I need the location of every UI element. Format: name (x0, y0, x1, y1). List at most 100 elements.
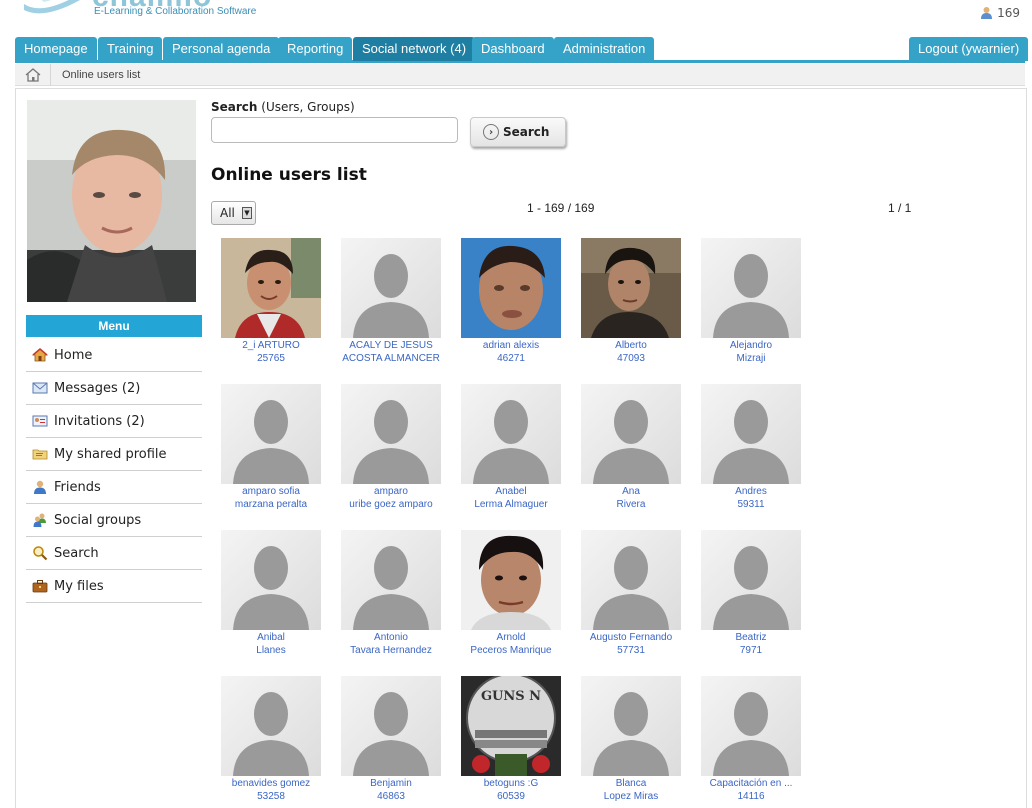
user-name-line2[interactable]: 59311 (701, 498, 801, 511)
user-name-line2[interactable]: uribe goez amparo (341, 498, 441, 511)
user-name-line1[interactable]: Alberto (581, 339, 681, 352)
tab-reporting[interactable]: Reporting (278, 37, 353, 61)
search-button[interactable]: › Search (470, 117, 566, 147)
user-photo-link[interactable] (461, 238, 561, 338)
user-photo-link[interactable] (221, 676, 321, 776)
user-name-line2[interactable]: 57731 (581, 644, 681, 657)
user-name-line1[interactable]: Capacitación en ... (701, 777, 801, 790)
user-photo-link[interactable] (221, 384, 321, 484)
tab-training[interactable]: Training (98, 37, 163, 61)
user-card[interactable]: Antonio Tavara Hernandez (341, 530, 461, 657)
user-card[interactable]: Alejandro Mizraji (701, 238, 821, 365)
user-name-line2[interactable]: Mizraji (701, 352, 801, 365)
user-name-line2[interactable]: Peceros Manrique (461, 644, 561, 657)
user-name-line2[interactable]: 47093 (581, 352, 681, 365)
user-name-line2[interactable]: 14116 (701, 790, 801, 803)
user-name-line1[interactable]: Anabel (461, 485, 561, 498)
breadcrumb-home[interactable] (15, 63, 51, 86)
filter-select[interactable]: All ▼ (211, 201, 256, 225)
my-avatar[interactable] (27, 100, 196, 302)
user-photo-link[interactable] (341, 530, 441, 630)
user-photo-link[interactable] (341, 238, 441, 338)
user-card[interactable]: Anibal Llanes (221, 530, 341, 657)
user-photo-link[interactable] (461, 384, 561, 484)
user-photo-link[interactable] (461, 530, 561, 630)
user-photo-link[interactable] (581, 384, 681, 484)
user-name-line2[interactable]: 46863 (341, 790, 441, 803)
tab-homepage[interactable]: Homepage (15, 37, 97, 61)
user-name-line2[interactable]: 46271 (461, 352, 561, 365)
user-name-line1[interactable]: betoguns :G (461, 777, 561, 790)
user-card[interactable]: Arnold Peceros Manrique (461, 530, 581, 657)
user-photo-link[interactable] (701, 530, 801, 630)
menu-item-social-groups[interactable]: Social groups (26, 504, 202, 537)
user-photo-link[interactable] (581, 676, 681, 776)
user-photo-link[interactable] (581, 530, 681, 630)
tab-dashboard[interactable]: Dashboard (472, 37, 554, 61)
user-photo-link[interactable]: GUNS N (461, 676, 561, 776)
user-photo-link[interactable] (701, 238, 801, 338)
user-card[interactable]: 2_i ARTURO 25765 (221, 238, 341, 365)
user-photo-link[interactable] (701, 384, 801, 484)
user-name-line2[interactable]: 60539 (461, 790, 561, 803)
tab-social-network[interactable]: Social network (4) (353, 37, 476, 61)
user-name-line2[interactable]: marzana peralta (221, 498, 321, 511)
user-name-line1[interactable]: 2_i ARTURO (221, 339, 321, 352)
user-card[interactable]: Benjamin 46863 (341, 676, 461, 803)
chamilo-logo[interactable]: chamilo E-Learning & Collaboration Softw… (22, 0, 262, 20)
user-card[interactable]: Blanca Lopez Miras (581, 676, 701, 803)
menu-item-home[interactable]: Home (26, 339, 202, 372)
user-name-line2[interactable]: Tavara Hernandez (341, 644, 441, 657)
user-name-line1[interactable]: Anibal (221, 631, 321, 644)
menu-item-invitations[interactable]: Invitations (2) (26, 405, 202, 438)
user-name-line1[interactable]: Blanca (581, 777, 681, 790)
user-name-line1[interactable]: Benjamin (341, 777, 441, 790)
tab-administration[interactable]: Administration (554, 37, 655, 61)
menu-item-my-files[interactable]: My files (26, 570, 202, 603)
user-name-line2[interactable]: Llanes (221, 644, 321, 657)
user-name-line1[interactable]: Arnold (461, 631, 561, 644)
user-card[interactable]: adrian alexis 46271 (461, 238, 581, 365)
user-name-line2[interactable]: Lerma Almaguer (461, 498, 561, 511)
user-name-line1[interactable]: ACALY DE JESUS (341, 339, 441, 352)
user-card[interactable]: Anabel Lerma Almaguer (461, 384, 581, 511)
user-name-line1[interactable]: Andres (701, 485, 801, 498)
user-card[interactable]: Andres 59311 (701, 384, 821, 511)
user-card[interactable]: Augusto Fernando 57731 (581, 530, 701, 657)
user-name-line2[interactable]: Rivera (581, 498, 681, 511)
user-name-line1[interactable]: Antonio (341, 631, 441, 644)
user-card[interactable]: Beatriz 7971 (701, 530, 821, 657)
menu-item-search[interactable]: Search (26, 537, 202, 570)
user-name-line1[interactable]: amparo (341, 485, 441, 498)
user-card[interactable]: amparo sofia marzana peralta (221, 384, 341, 511)
user-name-line2[interactable]: 25765 (221, 352, 321, 365)
user-card[interactable]: amparo uribe goez amparo (341, 384, 461, 511)
user-name-line1[interactable]: adrian alexis (461, 339, 561, 352)
user-name-line1[interactable]: amparo sofia (221, 485, 321, 498)
logout-button[interactable]: Logout (ywarnier) (909, 37, 1029, 61)
user-name-line1[interactable]: Alejandro (701, 339, 801, 352)
user-name-line2[interactable]: Lopez Miras (581, 790, 681, 803)
user-photo-link[interactable] (221, 530, 321, 630)
user-card[interactable]: GUNS N betoguns :G 60539 (461, 676, 581, 803)
user-photo-link[interactable] (221, 238, 321, 338)
user-photo-link[interactable] (701, 676, 801, 776)
menu-item-friends[interactable]: Friends (26, 471, 202, 504)
user-card[interactable]: Ana Rivera (581, 384, 701, 511)
user-name-line1[interactable]: Augusto Fernando (581, 631, 681, 644)
tab-personal-agenda[interactable]: Personal agenda (163, 37, 280, 61)
user-photo-link[interactable] (341, 384, 441, 484)
user-name-line2[interactable]: 7971 (701, 644, 801, 657)
menu-item-messages[interactable]: Messages (2) (26, 372, 202, 405)
search-input[interactable] (211, 117, 458, 143)
user-photo-link[interactable] (341, 676, 441, 776)
user-card[interactable]: ACALY DE JESUS ACOSTA ALMANCER (341, 238, 461, 365)
user-name-line2[interactable]: ACOSTA ALMANCER (341, 352, 441, 365)
user-name-line1[interactable]: Ana (581, 485, 681, 498)
user-name-line1[interactable]: benavides gomez (221, 777, 321, 790)
menu-item-shared-profile[interactable]: My shared profile (26, 438, 202, 471)
user-card[interactable]: Capacitación en ... 14116 (701, 676, 821, 803)
online-users-counter[interactable]: 169 (980, 6, 1020, 20)
user-photo-link[interactable] (581, 238, 681, 338)
user-name-line1[interactable]: Beatriz (701, 631, 801, 644)
